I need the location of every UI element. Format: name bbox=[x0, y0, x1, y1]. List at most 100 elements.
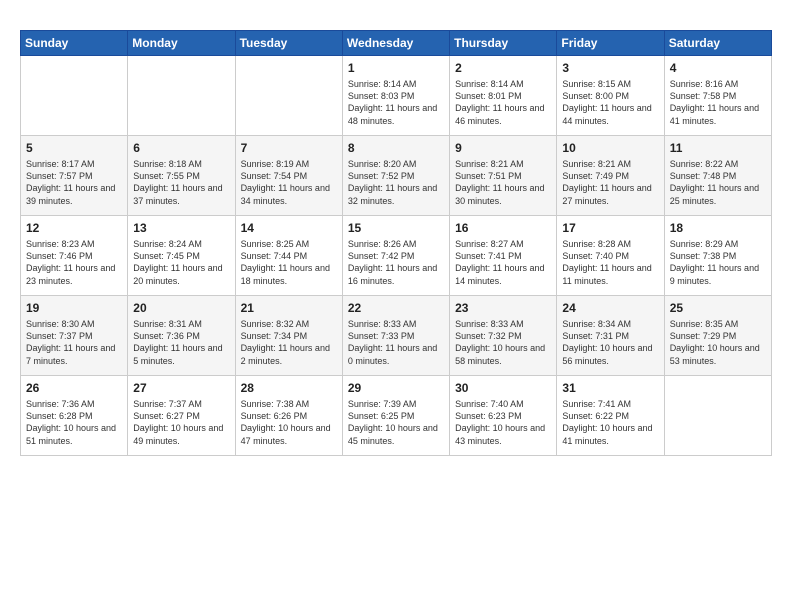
calendar-header-thursday: Thursday bbox=[450, 31, 557, 56]
calendar-cell bbox=[128, 56, 235, 136]
day-info: Sunrise: 8:30 AM Sunset: 7:37 PM Dayligh… bbox=[26, 318, 122, 367]
calendar-cell: 27 Sunrise: 7:37 AM Sunset: 6:27 PM Dayli… bbox=[128, 376, 235, 456]
day-number: 23 bbox=[455, 300, 551, 316]
day-info: Sunrise: 7:37 AM Sunset: 6:27 PM Dayligh… bbox=[133, 398, 229, 447]
day-info: Sunrise: 8:25 AM Sunset: 7:44 PM Dayligh… bbox=[241, 238, 337, 287]
day-number: 11 bbox=[670, 140, 766, 156]
day-info: Sunrise: 8:14 AM Sunset: 8:03 PM Dayligh… bbox=[348, 78, 444, 127]
calendar-cell: 30 Sunrise: 7:40 AM Sunset: 6:23 PM Dayli… bbox=[450, 376, 557, 456]
day-info: Sunrise: 8:29 AM Sunset: 7:38 PM Dayligh… bbox=[670, 238, 766, 287]
calendar-week-row: 5 Sunrise: 8:17 AM Sunset: 7:57 PM Daylig… bbox=[21, 136, 772, 216]
calendar-week-row: 26 Sunrise: 7:36 AM Sunset: 6:28 PM Dayli… bbox=[21, 376, 772, 456]
calendar-cell: 23Sunrise: 8:33 AM Sunset: 7:32 PM Dayli… bbox=[450, 296, 557, 376]
calendar-cell: 1Sunrise: 8:14 AM Sunset: 8:03 PM Daylig… bbox=[342, 56, 449, 136]
calendar-header-row: SundayMondayTuesdayWednesdayThursdayFrid… bbox=[21, 31, 772, 56]
day-number: 14 bbox=[241, 220, 337, 236]
day-info: Sunrise: 8:35 AM Sunset: 7:29 PM Dayligh… bbox=[670, 318, 766, 367]
day-number: 29 bbox=[348, 380, 444, 396]
calendar-cell: 22Sunrise: 8:33 AM Sunset: 7:33 PM Dayli… bbox=[342, 296, 449, 376]
day-info: Sunrise: 8:18 AM Sunset: 7:55 PM Dayligh… bbox=[133, 158, 229, 207]
day-number: 13 bbox=[133, 220, 229, 236]
day-info: Sunrise: 8:23 AM Sunset: 7:46 PM Dayligh… bbox=[26, 238, 122, 287]
calendar-cell: 3 Sunrise: 8:15 AM Sunset: 8:00 PM Daylig… bbox=[557, 56, 664, 136]
calendar-cell: 14 Sunrise: 8:25 AM Sunset: 7:44 PM Dayli… bbox=[235, 216, 342, 296]
day-info: Sunrise: 8:17 AM Sunset: 7:57 PM Dayligh… bbox=[26, 158, 122, 207]
day-info: Sunrise: 8:16 AM Sunset: 7:58 PM Dayligh… bbox=[670, 78, 766, 127]
calendar-header-monday: Monday bbox=[128, 31, 235, 56]
calendar-cell: 20 Sunrise: 8:31 AM Sunset: 7:36 PM Dayli… bbox=[128, 296, 235, 376]
day-info: Sunrise: 7:41 AM Sunset: 6:22 PM Dayligh… bbox=[562, 398, 658, 447]
calendar-cell bbox=[664, 376, 771, 456]
calendar-cell: 9Sunrise: 8:21 AM Sunset: 7:51 PM Daylig… bbox=[450, 136, 557, 216]
calendar-header-tuesday: Tuesday bbox=[235, 31, 342, 56]
calendar-table: SundayMondayTuesdayWednesdayThursdayFrid… bbox=[20, 30, 772, 456]
day-info: Sunrise: 8:14 AM Sunset: 8:01 PM Dayligh… bbox=[455, 78, 551, 127]
day-number: 2 bbox=[455, 60, 551, 76]
day-info: Sunrise: 8:27 AM Sunset: 7:41 PM Dayligh… bbox=[455, 238, 551, 287]
day-number: 17 bbox=[562, 220, 658, 236]
calendar-cell: 21 Sunrise: 8:32 AM Sunset: 7:34 PM Dayli… bbox=[235, 296, 342, 376]
calendar-cell: 15 Sunrise: 8:26 AM Sunset: 7:42 PM Dayli… bbox=[342, 216, 449, 296]
day-number: 9 bbox=[455, 140, 551, 156]
day-number: 8 bbox=[348, 140, 444, 156]
calendar-cell: 12 Sunrise: 8:23 AM Sunset: 7:46 PM Dayli… bbox=[21, 216, 128, 296]
day-info: Sunrise: 8:32 AM Sunset: 7:34 PM Dayligh… bbox=[241, 318, 337, 367]
day-number: 10 bbox=[562, 140, 658, 156]
calendar-week-row: 19 Sunrise: 8:30 AM Sunset: 7:37 PM Dayli… bbox=[21, 296, 772, 376]
calendar-cell bbox=[235, 56, 342, 136]
calendar-cell: 11 Sunrise: 8:22 AM Sunset: 7:48 PM Dayli… bbox=[664, 136, 771, 216]
day-info: Sunrise: 8:24 AM Sunset: 7:45 PM Dayligh… bbox=[133, 238, 229, 287]
day-info: Sunrise: 8:15 AM Sunset: 8:00 PM Dayligh… bbox=[562, 78, 658, 127]
day-info: Sunrise: 7:40 AM Sunset: 6:23 PM Dayligh… bbox=[455, 398, 551, 447]
calendar-header-wednesday: Wednesday bbox=[342, 31, 449, 56]
day-number: 25 bbox=[670, 300, 766, 316]
calendar-week-row: 12 Sunrise: 8:23 AM Sunset: 7:46 PM Dayli… bbox=[21, 216, 772, 296]
day-number: 16 bbox=[455, 220, 551, 236]
day-number: 26 bbox=[26, 380, 122, 396]
calendar-cell: 19 Sunrise: 8:30 AM Sunset: 7:37 PM Dayli… bbox=[21, 296, 128, 376]
calendar-cell: 4 Sunrise: 8:16 AM Sunset: 7:58 PM Daylig… bbox=[664, 56, 771, 136]
calendar-cell: 8 Sunrise: 8:20 AM Sunset: 7:52 PM Daylig… bbox=[342, 136, 449, 216]
calendar-cell: 13 Sunrise: 8:24 AM Sunset: 7:45 PM Dayli… bbox=[128, 216, 235, 296]
calendar-cell: 7Sunrise: 8:19 AM Sunset: 7:54 PM Daylig… bbox=[235, 136, 342, 216]
day-info: Sunrise: 7:36 AM Sunset: 6:28 PM Dayligh… bbox=[26, 398, 122, 447]
calendar-cell: 16 Sunrise: 8:27 AM Sunset: 7:41 PM Dayli… bbox=[450, 216, 557, 296]
calendar-cell: 26 Sunrise: 7:36 AM Sunset: 6:28 PM Dayli… bbox=[21, 376, 128, 456]
calendar-header-friday: Friday bbox=[557, 31, 664, 56]
day-info: Sunrise: 7:39 AM Sunset: 6:25 PM Dayligh… bbox=[348, 398, 444, 447]
calendar-cell bbox=[21, 56, 128, 136]
day-number: 31 bbox=[562, 380, 658, 396]
calendar-header-saturday: Saturday bbox=[664, 31, 771, 56]
day-number: 30 bbox=[455, 380, 551, 396]
day-number: 12 bbox=[26, 220, 122, 236]
day-number: 28 bbox=[241, 380, 337, 396]
calendar-cell: 28Sunrise: 7:38 AM Sunset: 6:26 PM Dayli… bbox=[235, 376, 342, 456]
day-number: 18 bbox=[670, 220, 766, 236]
day-info: Sunrise: 8:31 AM Sunset: 7:36 PM Dayligh… bbox=[133, 318, 229, 367]
day-info: Sunrise: 8:34 AM Sunset: 7:31 PM Dayligh… bbox=[562, 318, 658, 367]
day-info: Sunrise: 8:33 AM Sunset: 7:33 PM Dayligh… bbox=[348, 318, 444, 367]
day-number: 20 bbox=[133, 300, 229, 316]
day-info: Sunrise: 8:21 AM Sunset: 7:49 PM Dayligh… bbox=[562, 158, 658, 207]
day-info: Sunrise: 8:22 AM Sunset: 7:48 PM Dayligh… bbox=[670, 158, 766, 207]
calendar-week-row: 1Sunrise: 8:14 AM Sunset: 8:03 PM Daylig… bbox=[21, 56, 772, 136]
calendar-cell: 17 Sunrise: 8:28 AM Sunset: 7:40 PM Dayli… bbox=[557, 216, 664, 296]
day-number: 24 bbox=[562, 300, 658, 316]
day-info: Sunrise: 8:20 AM Sunset: 7:52 PM Dayligh… bbox=[348, 158, 444, 207]
day-info: Sunrise: 8:28 AM Sunset: 7:40 PM Dayligh… bbox=[562, 238, 658, 287]
day-number: 4 bbox=[670, 60, 766, 76]
day-number: 5 bbox=[26, 140, 122, 156]
day-number: 19 bbox=[26, 300, 122, 316]
calendar-cell: 5 Sunrise: 8:17 AM Sunset: 7:57 PM Daylig… bbox=[21, 136, 128, 216]
calendar-cell: 25 Sunrise: 8:35 AM Sunset: 7:29 PM Dayli… bbox=[664, 296, 771, 376]
day-number: 27 bbox=[133, 380, 229, 396]
day-number: 21 bbox=[241, 300, 337, 316]
calendar-cell: 24 Sunrise: 8:34 AM Sunset: 7:31 PM Dayli… bbox=[557, 296, 664, 376]
calendar-cell: 18 Sunrise: 8:29 AM Sunset: 7:38 PM Dayli… bbox=[664, 216, 771, 296]
page: SundayMondayTuesdayWednesdayThursdayFrid… bbox=[0, 0, 792, 466]
calendar-cell: 31 Sunrise: 7:41 AM Sunset: 6:22 PM Dayli… bbox=[557, 376, 664, 456]
day-info: Sunrise: 8:26 AM Sunset: 7:42 PM Dayligh… bbox=[348, 238, 444, 287]
day-number: 15 bbox=[348, 220, 444, 236]
day-number: 3 bbox=[562, 60, 658, 76]
day-number: 7 bbox=[241, 140, 337, 156]
